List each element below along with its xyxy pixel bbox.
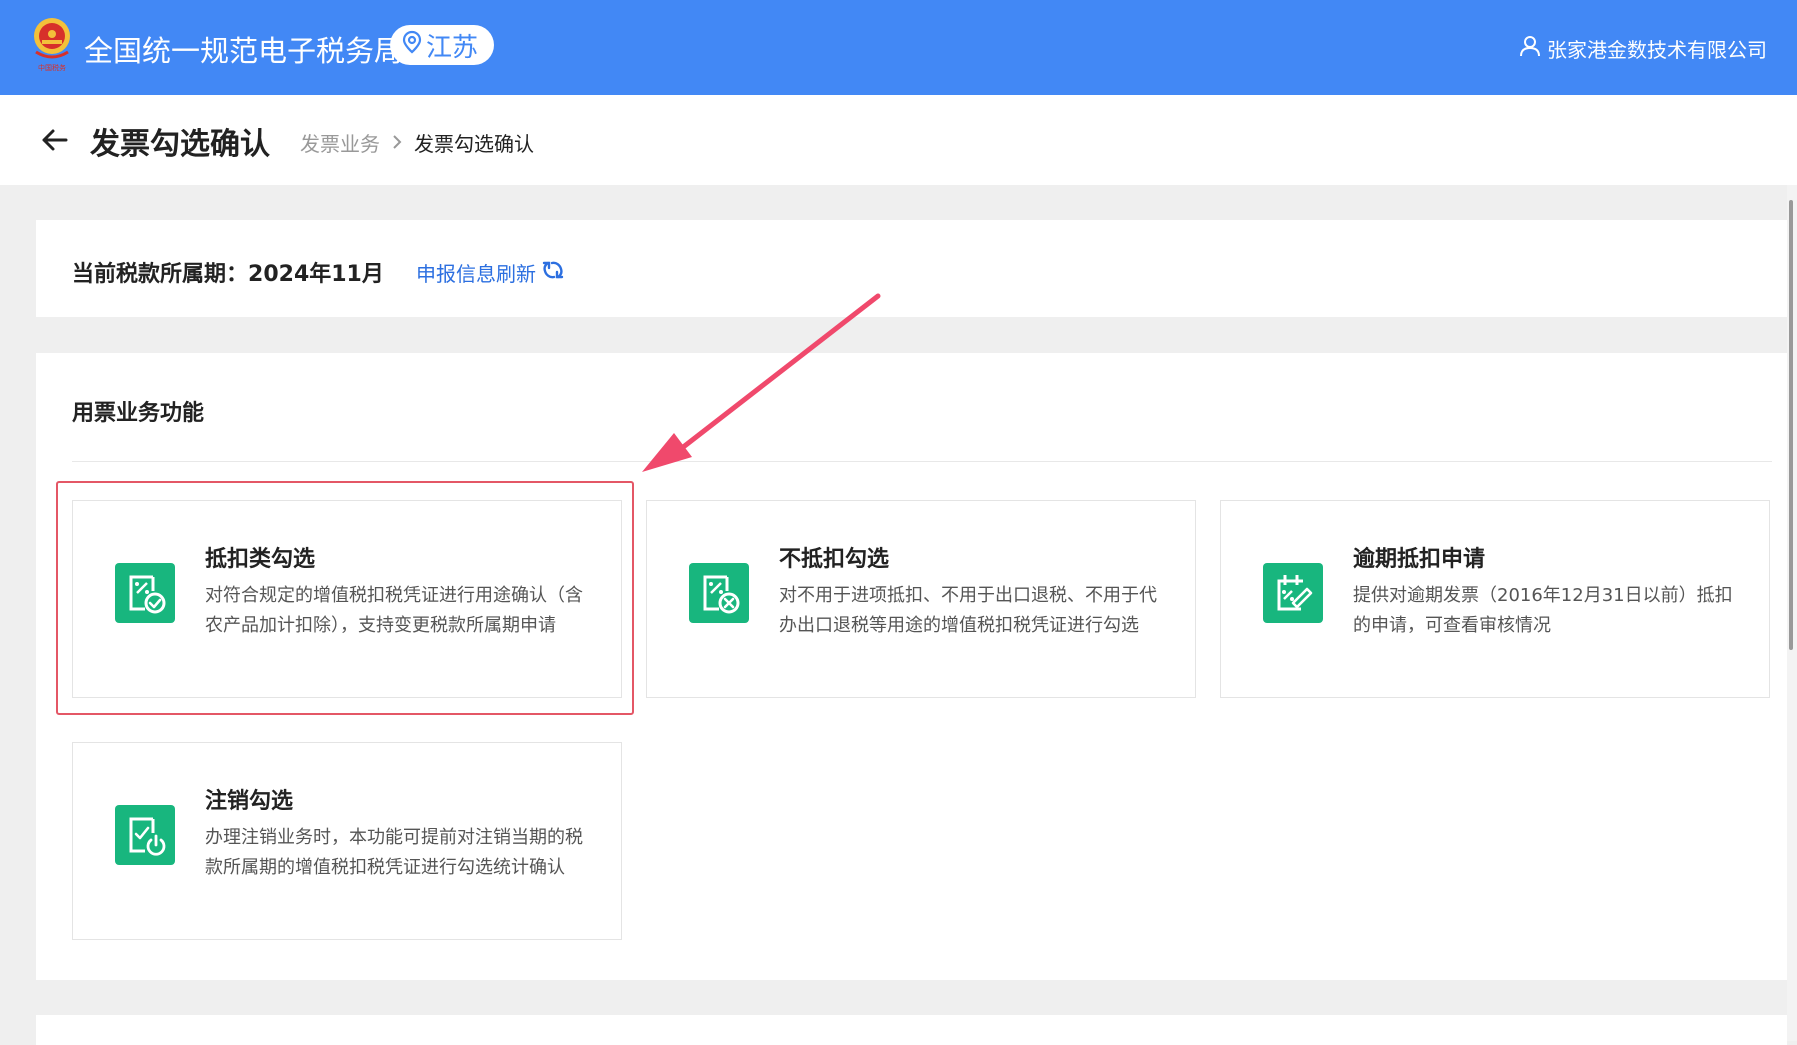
- chevron-right-icon: [390, 131, 404, 155]
- card-non-deduction-selection[interactable]: 不抵扣勾选 对不用于进项抵扣、不用于出口退税、不用于代办出口退税等用途的增值税扣…: [646, 500, 1196, 698]
- scrollbar-thumb[interactable]: [1789, 200, 1793, 650]
- breadcrumb-parent-link[interactable]: 发票业务: [300, 128, 380, 157]
- card-title: 注销勾选: [205, 789, 294, 814]
- refresh-label: 申报信息刷新: [416, 262, 536, 286]
- top-bar: 中国税务 全国统一规范电子税务局 江苏 张家港金数技术有限公司: [0, 0, 1797, 95]
- tax-period-label: 当前税款所属期：2024年11月: [72, 256, 384, 288]
- svg-text:中国税务: 中国税务: [38, 63, 66, 72]
- tax-emblem-logo: 中国税务: [28, 14, 76, 74]
- arrow-left-icon: [38, 129, 72, 161]
- breadcrumb: 发票业务 发票勾选确认: [300, 128, 534, 157]
- company-name: 张家港金数技术有限公司: [1547, 38, 1767, 62]
- card-overdue-deduction-application[interactable]: 逾期抵扣申请 提供对逾期发票（2016年12月31日以前）抵扣的申请，可查看审核…: [1220, 500, 1770, 698]
- refresh-icon: [542, 259, 564, 286]
- card-description: 提供对逾期发票（2016年12月31日以前）抵扣的申请，可查看审核情况: [1353, 585, 1733, 636]
- region-label: 江苏: [426, 32, 479, 63]
- back-button[interactable]: [38, 123, 72, 157]
- location-pin-icon: [402, 30, 422, 61]
- card-title: 不抵扣勾选: [779, 547, 890, 572]
- tax-period-label-text: 当前税款所属期：: [72, 262, 249, 287]
- calendar-edit-icon: [1263, 563, 1323, 623]
- refresh-declaration-link[interactable]: 申报信息刷新: [416, 258, 564, 287]
- page-title: 发票勾选确认: [90, 127, 270, 162]
- invoice-functions-panel: 用票业务功能 抵扣类勾选 对符合规定的增值税扣税凭证进行用途确认（含农产品加计扣…: [36, 353, 1787, 980]
- tax-period-value: 2024年11月: [248, 262, 384, 287]
- user-icon: [1519, 35, 1541, 62]
- card-title: 逾期抵扣申请: [1353, 547, 1486, 572]
- page-header: 发票勾选确认 发票业务 发票勾选确认: [0, 95, 1797, 185]
- invoice-check-icon: [115, 563, 175, 623]
- card-description: 对不用于进项抵扣、不用于出口退税、不用于代办出口退税等用途的增值税扣税凭证进行勾…: [779, 585, 1157, 636]
- tax-period-panel: 当前税款所属期：2024年11月 申报信息刷新: [36, 220, 1787, 317]
- card-deregistration-selection[interactable]: 注销勾选 办理注销业务时，本功能可提前对注销当期的税款所属期的增值税扣税凭证进行…: [72, 742, 622, 940]
- page-scrollbar[interactable]: [1787, 185, 1797, 1041]
- region-selector[interactable]: 江苏: [390, 25, 495, 65]
- invoice-cancel-icon: [689, 563, 749, 623]
- document-power-icon: [115, 805, 175, 865]
- card-description: 办理注销业务时，本功能可提前对注销当期的税款所属期的增值税扣税凭证进行勾选统计确…: [205, 827, 583, 878]
- user-menu[interactable]: 张家港金数技术有限公司: [1519, 34, 1767, 63]
- site-title: 全国统一规范电子税务局: [84, 34, 404, 68]
- section-title: 用票业务功能: [72, 401, 205, 426]
- card-description: 对符合规定的增值税扣税凭证进行用途确认（含农产品加计扣除），支持变更税款所属期申…: [205, 585, 583, 636]
- card-title: 抵扣类勾选: [205, 547, 316, 572]
- breadcrumb-current: 发票勾选确认: [414, 132, 534, 156]
- card-deduction-selection[interactable]: 抵扣类勾选 对符合规定的增值税扣税凭证进行用途确认（含农产品加计扣除），支持变更…: [72, 500, 622, 698]
- section-divider: [72, 461, 1772, 462]
